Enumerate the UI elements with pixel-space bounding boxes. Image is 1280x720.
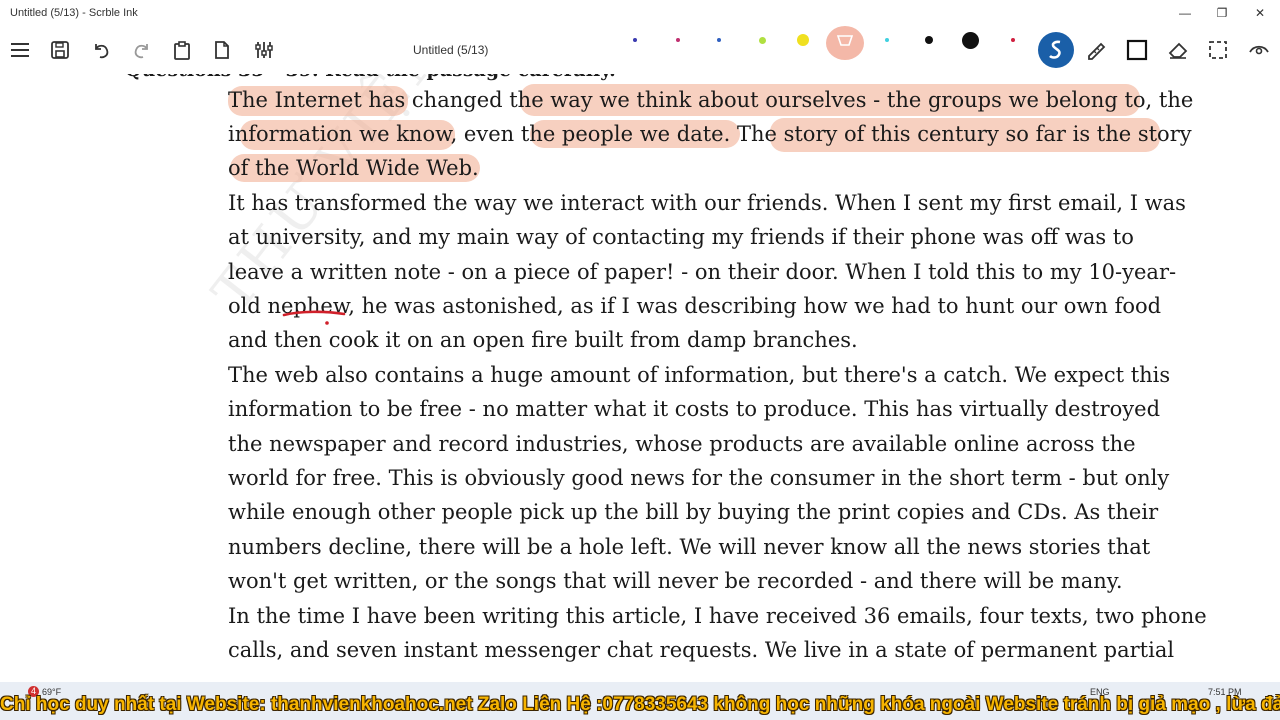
passage-line: information to be free - no matter what … [228,397,1161,421]
save-icon[interactable] [46,36,74,64]
highlighter-selected-swatch[interactable] [826,26,864,60]
close-button[interactable]: ✕ [1245,4,1275,22]
minimize-button[interactable]: — [1170,4,1200,22]
pen-color-swatch[interactable] [925,36,933,44]
passage-line: and then cook it on an open fire built f… [228,328,858,352]
toolbar: Untitled (5/13) [0,26,1280,74]
eye-icon[interactable] [1245,36,1273,64]
passage-line: In the time I have been writing this art… [228,604,1207,628]
passage-line: won't get written, or the songs that wil… [228,569,1123,593]
red-ink-underline [282,310,346,325]
passage-heading: Questions 35 - 39. Read the passage care… [125,74,1055,84]
passage-line: world for free. This is obviously good n… [228,466,1170,490]
clipboard-icon[interactable] [168,36,196,64]
undo-icon[interactable] [87,36,115,64]
settings-sliders-icon[interactable] [250,36,278,64]
passage-line: The web also contains a huge amount of i… [228,363,1171,387]
passage-line: at university, and my main way of contac… [228,225,1134,249]
document-title: Untitled (5/13) [413,43,489,57]
ink-canvas[interactable]: THƯ VIỆN KHOA HỌC NĂNG LƯỢNG Questions 3… [0,74,1280,694]
passage-line: old nephew, he was astonished, as if I w… [228,294,1162,318]
ruler-pencil-icon[interactable] [1082,36,1110,64]
passage-line: The Internet has changed the way we thin… [228,88,1194,112]
pen-color-swatch[interactable] [717,38,721,42]
pen-color-swatch[interactable] [885,38,889,42]
redo-icon[interactable] [128,36,156,64]
pen-color-swatch[interactable] [962,32,979,49]
pen-color-swatch[interactable] [759,37,766,44]
pen-color-swatch[interactable] [797,34,809,46]
menu-icon[interactable] [6,36,34,64]
selection-icon[interactable] [1204,36,1232,64]
promo-banner: Chỉ học duy nhất tại Website: thanhvienk… [0,694,1280,715]
passage-line: information we know, even the people we … [228,122,1192,146]
passage-line: leave a written note - on a piece of pap… [228,260,1177,284]
passage-line: of the World Wide Web. [228,156,479,180]
pen-color-swatch[interactable] [1011,38,1015,42]
title-bar: Untitled (5/13) - Scrble Ink — ❐ ✕ [0,0,1280,26]
maximize-button[interactable]: ❐ [1207,4,1237,22]
passage-line: It has transformed the way we interact w… [228,191,1186,215]
pen-color-swatch[interactable] [633,38,637,42]
rectangle-icon[interactable] [1123,36,1151,64]
passage-line: while enough other people pick up the bi… [228,500,1159,524]
pen-mode-icon[interactable] [1038,32,1074,68]
passage-line: calls, and seven instant messenger chat … [228,638,1175,662]
pen-color-swatch[interactable] [676,38,680,42]
page-icon[interactable] [208,36,236,64]
eraser-icon[interactable] [1164,36,1192,64]
window-title: Untitled (5/13) - Scrble Ink [10,7,138,19]
passage-line: numbers decline, there will be a hole le… [228,535,1151,559]
passage-line: the newspaper and record industries, who… [228,432,1136,456]
